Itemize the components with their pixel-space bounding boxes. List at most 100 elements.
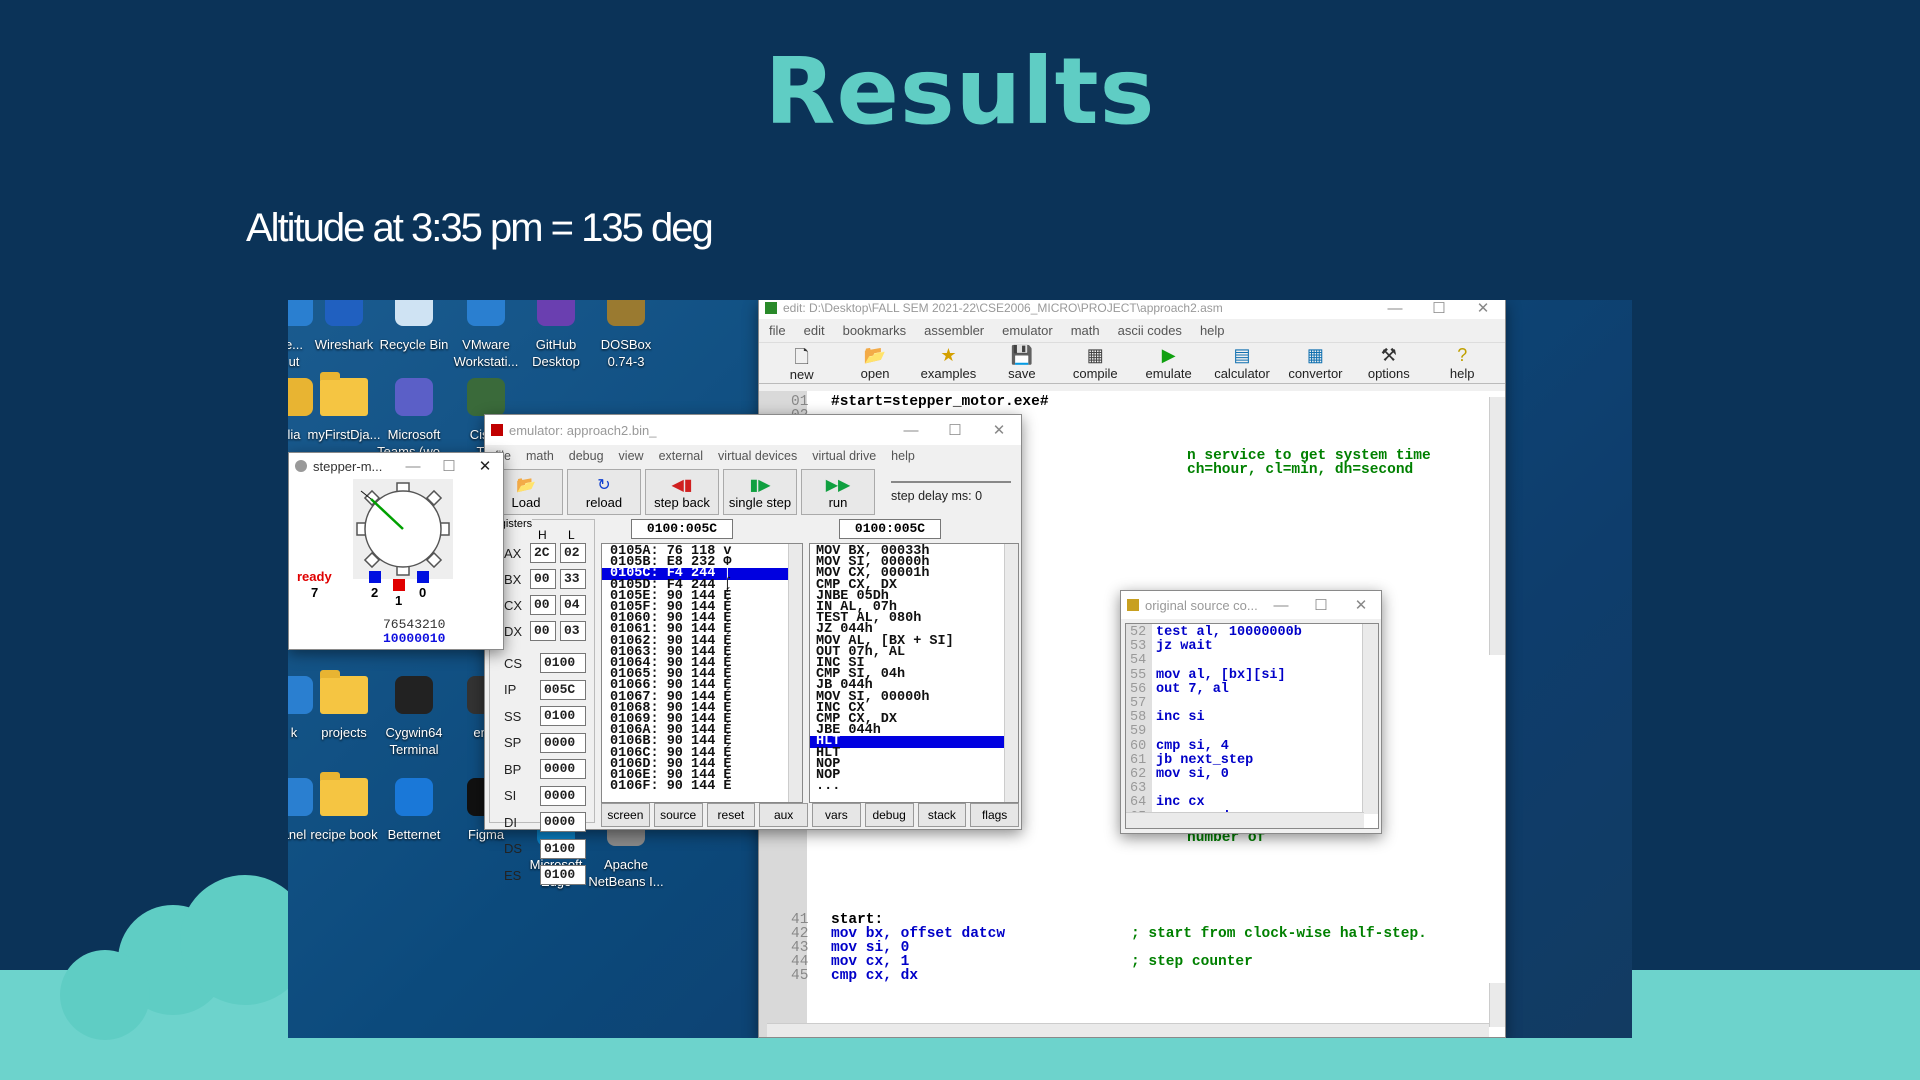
single-step-icon: ▮▶ — [749, 476, 771, 494]
register-value[interactable]: 005C — [540, 679, 586, 700]
editor-tool-button[interactable]: ▶ emulate — [1139, 345, 1199, 381]
editor-menu-item[interactable]: bookmarks — [843, 323, 907, 338]
register-value[interactable]: 0100 — [540, 865, 586, 886]
disasm-scrollbar[interactable] — [1004, 544, 1018, 802]
source-line: 59 — [1130, 725, 1364, 739]
register-name: SS — [504, 708, 522, 724]
minimize-icon[interactable]: — — [1373, 300, 1417, 317]
editor-tool-button[interactable]: ▤ calculator — [1212, 345, 1272, 381]
emulator-menu-item[interactable]: debug — [569, 449, 604, 463]
disasm-row[interactable]: NOP — [816, 757, 1018, 771]
close-icon[interactable]: ✕ — [1461, 300, 1505, 317]
register-low[interactable]: 33 — [560, 569, 586, 589]
source-button[interactable]: source — [653, 803, 703, 827]
github-desktop-icon — [531, 300, 581, 330]
register-high[interactable]: 00 — [530, 621, 556, 641]
emulator-menu-item[interactable]: external — [659, 449, 703, 463]
editor-tool-button[interactable]: 🗋 new — [772, 345, 832, 382]
register-low[interactable]: 02 — [560, 543, 586, 563]
editor-titlebar[interactable]: edit: D:\Desktop\FALL SEM 2021-22\CSE200… — [759, 300, 1505, 319]
register-value[interactable]: 0000 — [540, 812, 586, 833]
icon-shape — [395, 300, 433, 326]
maximize-icon[interactable]: ☐ — [1301, 596, 1341, 614]
editor-menu-item[interactable]: math — [1071, 323, 1100, 338]
editor-tool-button[interactable]: ★ examples — [918, 345, 978, 381]
screen-button[interactable]: screen — [601, 803, 650, 827]
register-high[interactable]: 2C — [530, 543, 556, 563]
emulator-run-button[interactable]: ▶▶ run — [801, 469, 875, 515]
desktop-icon[interactable]: DOSBox 0.74-3 — [580, 300, 672, 370]
source-scrollbar[interactable] — [1362, 624, 1378, 814]
disasm-row[interactable]: ... — [816, 780, 1018, 794]
memory-row[interactable]: 0106F: 90 144 É — [610, 780, 802, 794]
source-titlebar[interactable]: original source co... — ☐ ✕ — [1121, 591, 1381, 619]
disasm-row[interactable]: NOP — [816, 769, 1018, 783]
flags-button[interactable]: flags — [970, 803, 1019, 827]
maximize-icon[interactable]: ☐ — [431, 457, 467, 475]
step-delay-slider[interactable] — [891, 473, 1011, 483]
emulator-single-step-button[interactable]: ▮▶ single step — [723, 469, 797, 515]
stepper-titlebar[interactable]: stepper-m... — ☐ ✕ — [289, 453, 503, 479]
vars-button[interactable]: vars — [812, 803, 861, 827]
register-value[interactable]: 0100 — [540, 706, 586, 727]
disasm-row[interactable]: JBE 044h — [816, 724, 1018, 738]
disasm-address-input[interactable]: 0100:005C — [839, 519, 941, 539]
editor-menu-item[interactable]: emulator — [1002, 323, 1053, 338]
editor-scrollbar[interactable] — [1489, 983, 1505, 1027]
register-row: CS 0100 — [504, 650, 586, 677]
disasm-row[interactable]: HLT — [816, 746, 1018, 760]
minimize-icon[interactable]: — — [1261, 597, 1301, 614]
editor-tool-button[interactable]: ⚒ options — [1359, 345, 1419, 381]
source-app-icon — [1127, 599, 1139, 611]
memory-address-input[interactable]: 0100:005C — [631, 519, 733, 539]
disassembly-list[interactable]: MOV BX, 00033h MOV SI, 00000h MOV CX, 0000… — [809, 543, 1019, 803]
register-value[interactable]: 0100 — [540, 838, 586, 859]
editor-hscrollbar[interactable] — [767, 1023, 1489, 1037]
reset-button[interactable]: reset — [706, 803, 756, 827]
minimize-icon[interactable]: — — [889, 422, 933, 439]
maximize-icon[interactable]: ☐ — [1417, 300, 1461, 317]
register-high[interactable]: 00 — [530, 569, 556, 589]
register-low[interactable]: 03 — [560, 621, 586, 641]
editor-menu-item[interactable]: assembler — [924, 323, 984, 338]
memory-list[interactable]: 0105A: 76 118 v 0105B: E8 232 Φ 0105C: F4 … — [601, 543, 803, 803]
debug-button[interactable]: debug — [864, 803, 914, 827]
emulator-menu-item[interactable]: view — [619, 449, 644, 463]
register-value[interactable]: 0000 — [540, 759, 586, 780]
editor-menu-item[interactable]: ascii codes — [1118, 323, 1182, 338]
editor-tool-button[interactable]: ? help — [1432, 345, 1492, 381]
emulator-step-back-button[interactable]: ◀▮ step back — [645, 469, 719, 515]
editor-scrollbar[interactable] — [1489, 397, 1505, 655]
emulator-menu-item[interactable]: virtual devices — [718, 449, 797, 463]
slide-subtitle: Altitude at 3:35 pm = 135 deg — [246, 206, 714, 250]
close-icon[interactable]: ✕ — [1341, 596, 1381, 614]
aux-button[interactable]: aux — [759, 803, 808, 827]
memory-scrollbar[interactable] — [788, 544, 802, 802]
editor-tool-button[interactable]: 💾 save — [992, 345, 1052, 381]
editor-menu-item[interactable]: edit — [804, 323, 825, 338]
line-number: 57 — [1130, 696, 1147, 712]
register-value[interactable]: 0000 — [540, 732, 586, 753]
register-value[interactable]: 0100 — [540, 653, 586, 674]
close-icon[interactable]: ✕ — [467, 457, 503, 475]
emulator-titlebar[interactable]: emulator: approach2.bin_ — ☐ ✕ — [485, 415, 1021, 445]
close-icon[interactable]: ✕ — [977, 421, 1021, 439]
register-high[interactable]: 00 — [530, 595, 556, 615]
stack-button[interactable]: stack — [917, 803, 967, 827]
editor-menu-item[interactable]: file — [769, 323, 786, 338]
register-value[interactable]: 0000 — [540, 785, 586, 806]
emulator-menu-item[interactable]: help — [891, 449, 915, 463]
minimize-icon[interactable]: — — [395, 458, 431, 475]
emulator-menu-item[interactable]: math — [526, 449, 554, 463]
editor-tool-button[interactable]: 📂 open — [845, 345, 905, 381]
emulator-reload-button[interactable]: ↻ reload — [567, 469, 641, 515]
desktop-icon-label: Apache NetBeans I... — [588, 857, 664, 889]
editor-tool-button[interactable]: ▦ convertor — [1285, 345, 1345, 381]
editor-menu-item[interactable]: help — [1200, 323, 1225, 338]
source-code-area[interactable]: 52 test al, 10000000b 53 jz wait 54 55 mov al,… — [1125, 623, 1379, 829]
register-low[interactable]: 04 — [560, 595, 586, 615]
maximize-icon[interactable]: ☐ — [933, 421, 977, 439]
editor-tool-button[interactable]: ▦ compile — [1065, 345, 1125, 381]
emulator-menu-item[interactable]: virtual drive — [812, 449, 876, 463]
source-hscrollbar[interactable] — [1126, 812, 1364, 828]
